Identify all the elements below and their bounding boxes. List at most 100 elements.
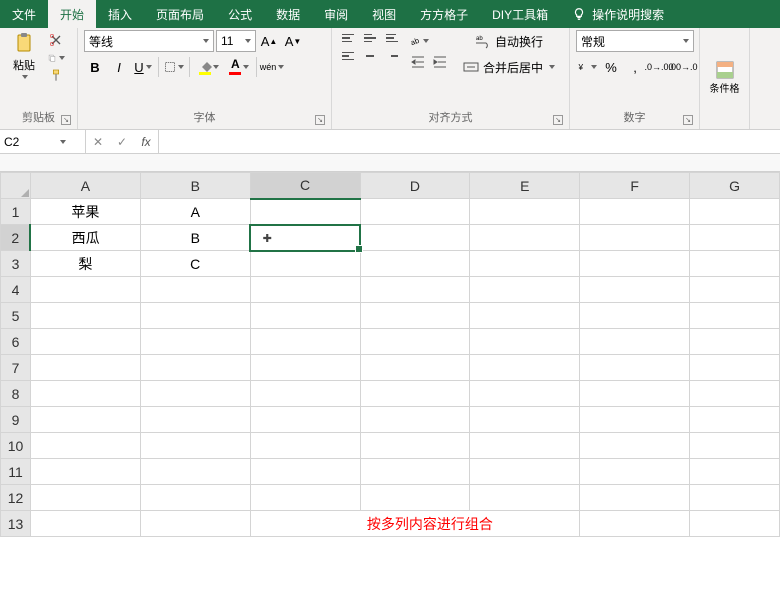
comma-button[interactable]: , [624, 56, 646, 78]
cell[interactable]: B [140, 225, 250, 251]
cell[interactable]: 按多列内容进行组合 [250, 511, 580, 537]
align-right-button[interactable] [382, 48, 402, 64]
cell[interactable] [360, 251, 470, 277]
decrease-decimal-button[interactable]: .00→.0 [672, 56, 694, 78]
cell[interactable] [580, 329, 690, 355]
row-header[interactable]: 2 [1, 225, 31, 251]
cell[interactable] [30, 511, 140, 537]
cell[interactable] [470, 355, 580, 381]
cell[interactable] [360, 433, 470, 459]
cell[interactable] [360, 199, 470, 225]
cell[interactable]: 苹果 [30, 199, 140, 225]
cell[interactable] [690, 251, 780, 277]
row-header[interactable]: 7 [1, 355, 31, 381]
row-header[interactable]: 9 [1, 407, 31, 433]
cell[interactable] [580, 511, 690, 537]
cell[interactable] [140, 485, 250, 511]
column-header[interactable]: G [690, 173, 780, 199]
column-header[interactable]: E [470, 173, 580, 199]
tab-fangfang[interactable]: 方方格子 [408, 0, 480, 28]
tab-diy[interactable]: DIY工具箱 [480, 0, 560, 28]
cell[interactable] [250, 407, 360, 433]
row-header[interactable]: 4 [1, 277, 31, 303]
cell[interactable] [470, 459, 580, 485]
cell[interactable] [250, 199, 360, 225]
cell[interactable] [250, 277, 360, 303]
cell[interactable] [140, 407, 250, 433]
accounting-format-button[interactable]: ¥ [576, 56, 598, 78]
clipboard-launcher[interactable]: ↘ [61, 115, 71, 125]
cell[interactable] [250, 329, 360, 355]
decrease-indent-button[interactable] [408, 54, 428, 70]
align-bottom-button[interactable] [382, 30, 402, 46]
cell[interactable] [470, 485, 580, 511]
cell[interactable] [30, 355, 140, 381]
cell[interactable] [470, 329, 580, 355]
cell[interactable] [140, 459, 250, 485]
cell[interactable] [580, 277, 690, 303]
cell[interactable] [690, 277, 780, 303]
row-header[interactable]: 6 [1, 329, 31, 355]
border-button[interactable] [163, 56, 185, 78]
cell[interactable]: A [140, 199, 250, 225]
cell[interactable] [580, 303, 690, 329]
cell[interactable] [250, 303, 360, 329]
cell[interactable] [250, 459, 360, 485]
cell[interactable] [690, 485, 780, 511]
paste-button[interactable]: 粘贴 [6, 30, 42, 80]
column-header[interactable]: D [360, 173, 470, 199]
cell[interactable]: ✚ [250, 225, 360, 251]
format-painter-button[interactable] [46, 68, 66, 84]
cut-button[interactable] [46, 32, 66, 48]
cell[interactable] [30, 329, 140, 355]
tab-review[interactable]: 审阅 [312, 0, 360, 28]
cell[interactable] [360, 355, 470, 381]
row-header[interactable]: 10 [1, 433, 31, 459]
cell[interactable] [690, 303, 780, 329]
align-middle-button[interactable] [360, 30, 380, 46]
cell[interactable] [470, 407, 580, 433]
cell[interactable] [580, 433, 690, 459]
cell[interactable] [360, 329, 470, 355]
cell[interactable] [140, 329, 250, 355]
wrap-text-button[interactable]: ab自动换行 [456, 30, 562, 52]
font-color-button[interactable]: A [224, 56, 252, 78]
cell[interactable] [470, 199, 580, 225]
tab-file[interactable]: 文件 [0, 0, 48, 28]
cell[interactable] [360, 407, 470, 433]
tab-formula[interactable]: 公式 [216, 0, 264, 28]
underline-button[interactable]: U [132, 56, 154, 78]
font-name-combo[interactable]: 等线 [84, 30, 214, 52]
increase-decimal-button[interactable]: .0→.00 [648, 56, 670, 78]
cell[interactable] [140, 303, 250, 329]
cell[interactable] [580, 355, 690, 381]
cell[interactable] [30, 303, 140, 329]
formula-input[interactable] [159, 130, 780, 153]
worksheet-grid[interactable]: ABCDEFG1苹果A2西瓜B✚3梨C45678910111213按多列内容进行… [0, 172, 780, 598]
cell[interactable] [30, 459, 140, 485]
cell[interactable] [580, 459, 690, 485]
cell[interactable] [580, 251, 690, 277]
cancel-fx-button[interactable]: ✕ [86, 131, 110, 153]
cell[interactable] [690, 329, 780, 355]
row-header[interactable]: 11 [1, 459, 31, 485]
column-header[interactable]: C [250, 173, 360, 199]
cell[interactable] [690, 225, 780, 251]
cell[interactable] [690, 433, 780, 459]
cell[interactable] [470, 433, 580, 459]
enter-fx-button[interactable]: ✓ [110, 131, 134, 153]
tab-page-layout[interactable]: 页面布局 [144, 0, 216, 28]
cell[interactable] [360, 277, 470, 303]
copy-button[interactable] [46, 50, 66, 66]
name-box[interactable] [0, 130, 86, 153]
font-size-combo[interactable]: 11 [216, 30, 256, 52]
cell[interactable] [470, 251, 580, 277]
tell-me-search[interactable]: 操作说明搜索 [572, 0, 664, 28]
align-launcher[interactable]: ↘ [553, 115, 563, 125]
tab-data[interactable]: 数据 [264, 0, 312, 28]
decrease-font-button[interactable]: A▼ [282, 30, 304, 52]
cell[interactable] [360, 225, 470, 251]
cell[interactable] [30, 277, 140, 303]
cell[interactable] [690, 459, 780, 485]
cell[interactable] [690, 355, 780, 381]
